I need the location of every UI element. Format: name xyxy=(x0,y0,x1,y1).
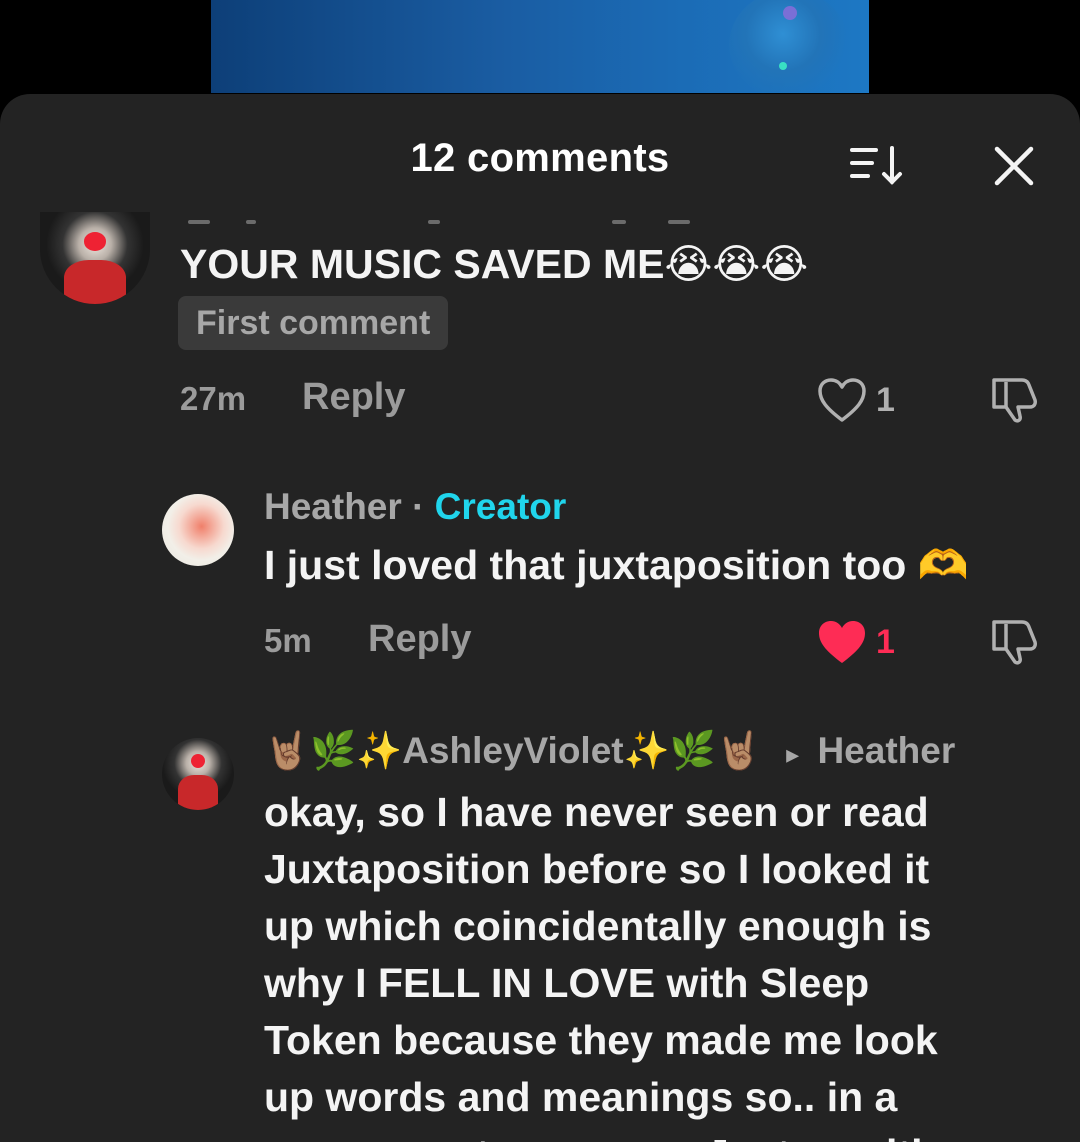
sort-icon[interactable] xyxy=(848,142,904,188)
comment-text: YOUR MUSIC SAVED ME😭😭😭 xyxy=(180,241,809,287)
comment-text-line: up which coincidentally enough is xyxy=(264,903,932,949)
like-count: 1 xyxy=(876,380,895,419)
comments-sheet: 12 comments YOUR MUSIC SAVED ME😭😭😭 First… xyxy=(0,94,1080,1142)
heart-outline-icon xyxy=(818,378,866,422)
like-button[interactable]: 1 xyxy=(816,376,895,424)
comment-text-line: Juxtaposition before so I looked it xyxy=(264,846,930,892)
reply-button[interactable]: Reply xyxy=(368,618,471,661)
dislike-icon[interactable] xyxy=(988,374,1040,424)
heart-filled-icon xyxy=(819,621,865,663)
like-button[interactable]: 1 xyxy=(816,618,895,666)
comment-text-line: okay, so I have never seen or read xyxy=(264,789,929,835)
reply-button[interactable]: Reply xyxy=(302,376,405,419)
avatar[interactable] xyxy=(162,738,234,810)
video-figure-detail xyxy=(783,6,797,20)
video-thumbnail[interactable] xyxy=(211,0,869,93)
comment-time: 5m xyxy=(264,622,312,659)
comment-time: 27m xyxy=(180,380,247,417)
comment-author[interactable]: 🤘🏽🌿✨AshleyViolet✨🌿🤘🏽 ▸ Heather xyxy=(264,730,955,773)
comment-text-line: Token because they made me look xyxy=(264,1017,938,1063)
comment-text-line: sense you too, are my Juxtaposition xyxy=(264,1126,1044,1142)
comments-count-title: 12 comments xyxy=(410,136,670,180)
close-icon[interactable] xyxy=(992,144,1036,188)
reply-arrow-icon: ▸ xyxy=(786,739,800,769)
comment-text-line: up words and meanings so.. in a xyxy=(264,1074,898,1120)
username[interactable]: Heather xyxy=(264,486,402,527)
clipped-username-line xyxy=(180,216,700,226)
comment-author[interactable]: Heather · Creator xyxy=(264,486,566,528)
comment-text: okay, so I have never seen or read Juxta… xyxy=(264,784,1044,1142)
video-figure-detail xyxy=(779,62,787,70)
separator: · xyxy=(412,486,425,527)
comment-text: I just loved that juxtaposition too 🫶 xyxy=(264,542,969,588)
like-count: 1 xyxy=(876,622,895,661)
creator-label: Creator xyxy=(434,486,567,527)
dislike-icon[interactable] xyxy=(988,616,1040,666)
reply-to-username[interactable]: Heather xyxy=(817,730,955,771)
comment-text-line: why I FELL IN LOVE with Sleep xyxy=(264,960,870,1006)
avatar[interactable] xyxy=(162,494,234,566)
avatar[interactable] xyxy=(40,212,150,304)
first-comment-badge: First comment xyxy=(178,296,449,350)
username[interactable]: 🤘🏽🌿✨AshleyViolet✨🌿🤘🏽 xyxy=(264,730,762,771)
